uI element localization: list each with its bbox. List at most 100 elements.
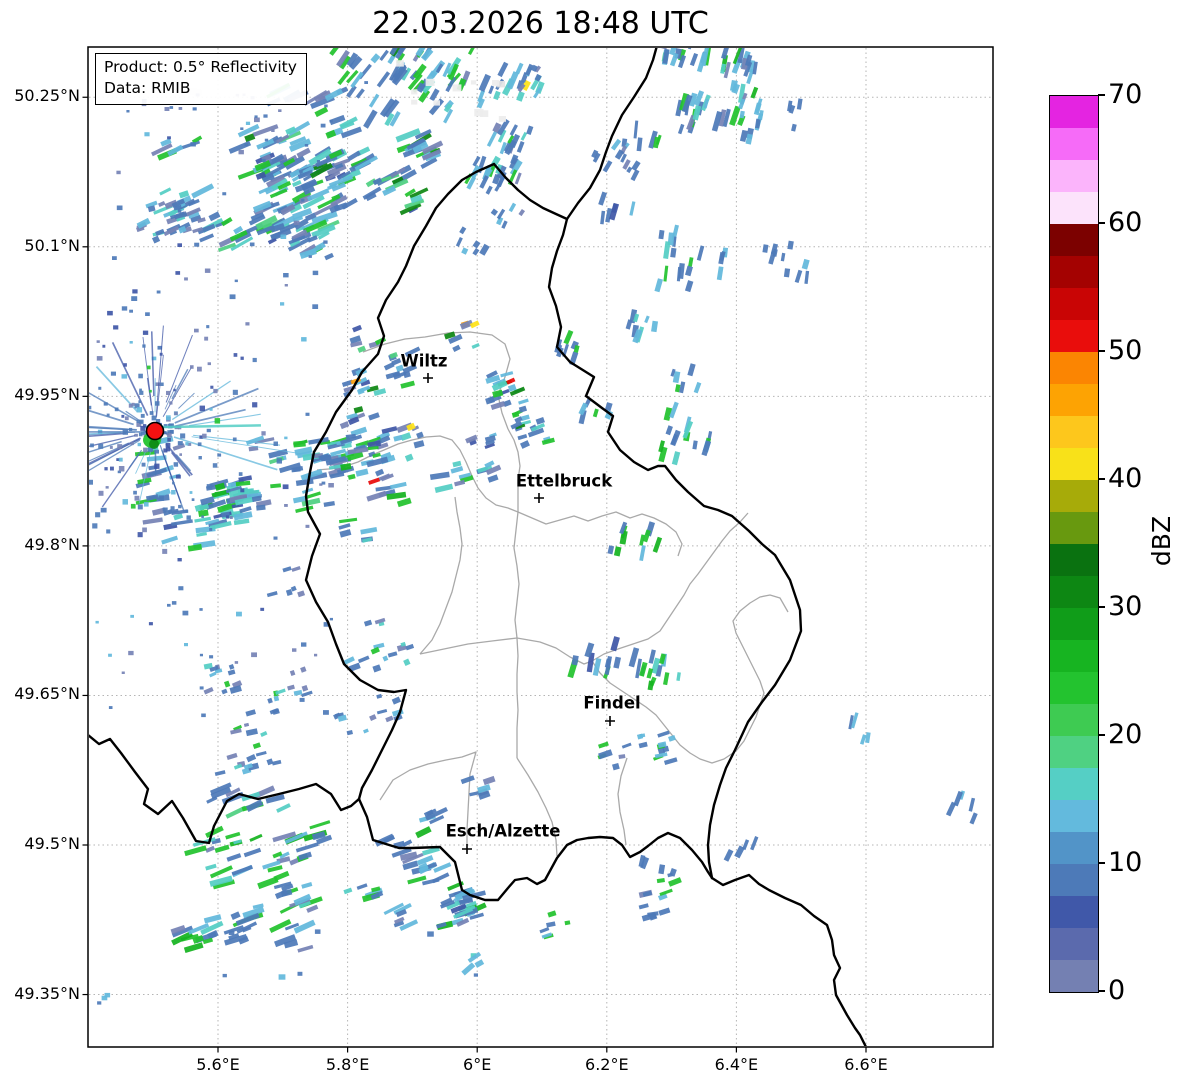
echo-bin xyxy=(199,686,204,690)
echo-bin xyxy=(639,545,646,562)
top-right-sparse-echoes xyxy=(739,98,803,145)
regional-border-layer xyxy=(316,331,789,857)
echo-bin xyxy=(425,78,435,86)
colorbar-segment xyxy=(1050,128,1098,160)
echo-bin xyxy=(280,234,287,239)
echo-bin xyxy=(324,252,334,261)
echo-bin xyxy=(455,237,463,247)
clutter-streak xyxy=(89,431,148,433)
echo-bin xyxy=(391,696,401,705)
echo-bin xyxy=(175,271,181,275)
echo-bin xyxy=(364,81,368,84)
clutter-bin xyxy=(138,400,142,403)
echo-bin xyxy=(403,658,411,667)
echo-bin xyxy=(514,172,522,185)
echo-bin xyxy=(350,71,364,89)
echo-bin xyxy=(256,504,266,511)
top-center-west-echoes xyxy=(329,48,462,129)
echo-bin xyxy=(654,278,663,293)
echo-bin xyxy=(600,210,606,225)
echo-bin xyxy=(275,688,286,695)
echo-bin xyxy=(305,524,310,528)
echo-bin xyxy=(283,273,289,278)
echo-bin xyxy=(381,426,398,434)
clutter-bin xyxy=(212,463,218,468)
echo-bin xyxy=(226,853,242,862)
echo-bin xyxy=(696,245,705,261)
echo-bin xyxy=(289,670,296,676)
colorbar-segment xyxy=(1050,832,1098,864)
echo-bin xyxy=(105,486,109,489)
echo-bin xyxy=(366,490,387,502)
echo-bin xyxy=(405,643,415,651)
data-source-line: Data: RMIB xyxy=(104,78,191,97)
city-label-esch-alzette: Esch/Alzette xyxy=(445,821,561,841)
y-axis-tick-label: 49.65°N xyxy=(14,684,80,704)
echo-bin xyxy=(171,601,177,605)
echo-bin xyxy=(301,337,307,342)
echo-bin xyxy=(511,411,520,418)
echo-bin xyxy=(190,142,196,147)
echo-bin xyxy=(613,656,622,669)
clutter-bin xyxy=(139,419,144,424)
clutter-bin xyxy=(136,407,143,413)
echo-bin xyxy=(607,545,615,555)
colorbar-tick xyxy=(1098,222,1105,224)
clutter-bin xyxy=(118,457,123,462)
national-border-path xyxy=(565,48,658,221)
echo-bin xyxy=(234,279,238,283)
city-label-ettelbruck: Ettelbruck xyxy=(515,471,613,491)
clutter-bin xyxy=(139,390,144,395)
colorbar-tick xyxy=(1098,350,1105,352)
echo-bin xyxy=(598,191,607,206)
echo-bin xyxy=(96,356,103,361)
echo-bin xyxy=(301,690,313,698)
echo-bin xyxy=(411,89,418,95)
echo-bin xyxy=(716,266,724,281)
colorbar-segment xyxy=(1050,640,1098,672)
echo-bin xyxy=(472,240,481,249)
echo-bin xyxy=(750,86,759,99)
echo-bin xyxy=(346,730,353,736)
echo-bin xyxy=(433,100,440,106)
echo-bin xyxy=(396,497,412,508)
plot-title: 22.03.2026 18:48 UTC xyxy=(372,6,709,41)
clutter-bin xyxy=(106,413,110,417)
nw-band-tail-echoes xyxy=(135,198,206,244)
echo-bin xyxy=(563,329,574,345)
clutter-bin xyxy=(72,447,76,451)
echo-bin xyxy=(230,911,241,920)
echo-bin xyxy=(865,732,871,744)
echo-bin xyxy=(243,722,250,727)
echo-bin xyxy=(214,844,230,854)
echo-bin xyxy=(723,848,734,862)
clutter-bin xyxy=(167,430,171,434)
clutter-bin xyxy=(140,413,145,418)
echo-bin xyxy=(271,129,275,132)
colorbar-segment xyxy=(1050,320,1098,352)
echo-bin xyxy=(689,52,699,67)
echo-bin xyxy=(472,155,481,167)
echo-bin xyxy=(571,655,579,666)
echo-bin xyxy=(151,235,161,244)
clutter-spoke xyxy=(191,436,301,454)
colorbar-segment xyxy=(1050,288,1098,320)
map-frame xyxy=(87,46,994,1048)
clutter-bin xyxy=(134,495,140,501)
echo-bin xyxy=(363,728,369,734)
echo-bin xyxy=(486,130,498,147)
clutter-bin xyxy=(198,456,202,460)
echo-bin xyxy=(291,566,301,572)
clutter-bin xyxy=(158,495,164,501)
echo-bin xyxy=(297,590,306,598)
echo-bin xyxy=(177,210,182,213)
echo-bin xyxy=(613,546,622,557)
se-streak-b-echoes xyxy=(945,790,978,825)
clutter-bin xyxy=(197,442,202,447)
colorbar-segment xyxy=(1050,864,1098,896)
bottom-bits-echoes xyxy=(222,929,478,980)
echo-bin xyxy=(647,680,654,691)
echo-bin xyxy=(236,611,242,617)
clutter-bin xyxy=(98,386,102,390)
echo-bin xyxy=(482,775,496,786)
